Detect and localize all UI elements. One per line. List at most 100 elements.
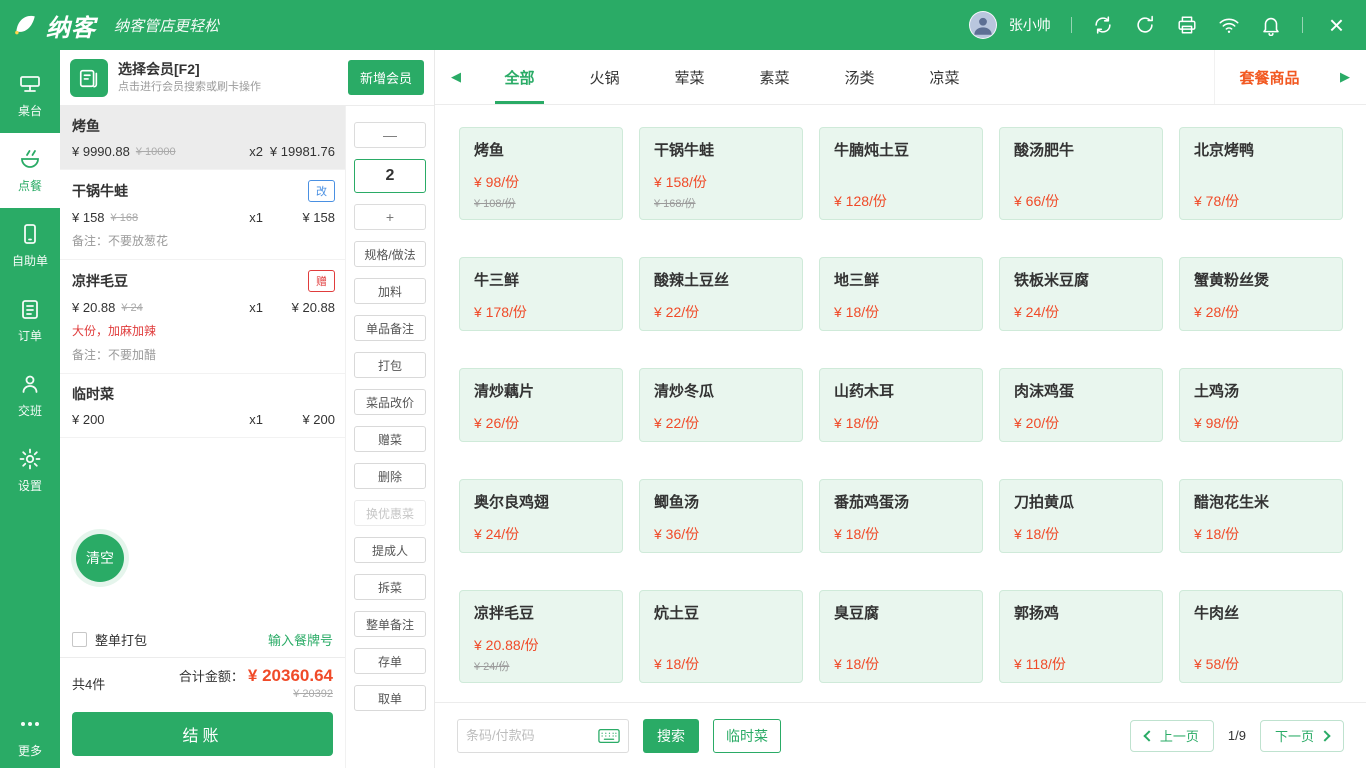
sync-icon[interactable] [1092,14,1114,36]
menu-item-card[interactable]: 刀拍黄瓜¥ 18/份 [999,479,1163,553]
sidebar-item-shift[interactable]: 交班 [0,358,60,433]
username[interactable]: 张小帅 [1009,15,1051,35]
action-item-note-button[interactable]: 单品备注 [354,315,426,341]
clear-order-button[interactable]: 清空 [76,534,124,582]
menu-item-card[interactable]: 山药木耳¥ 18/份 [819,368,983,442]
temp-dish-button[interactable]: 临时菜 [713,719,781,753]
menu-item-card[interactable]: 奥尔良鸡翅¥ 24/份 [459,479,623,553]
next-page-button[interactable]: 下一页 [1260,720,1344,752]
action-delete-button[interactable]: 删除 [354,463,426,489]
order-item-total: ¥ 158 [263,210,335,225]
tab-hot-pot[interactable]: 火锅 [562,50,647,104]
tab-meat-dishes[interactable]: 荤菜 [647,50,732,104]
menu-grid: 烤鱼¥ 98/份¥ 108/份 干锅牛蛙¥ 158/份¥ 168/份 牛腩炖土豆… [435,105,1366,702]
action-order-note-button[interactable]: 整单备注 [354,611,426,637]
sidebar-item-label: 自助单 [12,252,48,269]
menu-item-card[interactable]: 牛三鲜¥ 178/份 [459,257,623,331]
menu-item-name: 蟹黄粉丝煲 [1194,269,1328,290]
tab-soups[interactable]: 汤类 [817,50,902,104]
menu-item-card[interactable]: 土鸡汤¥ 98/份 [1179,368,1343,442]
menu-item-card[interactable]: 地三鲜¥ 18/份 [819,257,983,331]
checkout-button[interactable]: 结账 [72,712,333,756]
search-button[interactable]: 搜索 [643,719,699,753]
sidebar-item-label: 点餐 [18,177,42,194]
refresh-icon[interactable] [1134,14,1156,36]
menu-item-card[interactable]: 炕土豆¥ 18/份 [639,590,803,683]
notification-bell-icon[interactable] [1260,14,1282,36]
action-change-price-button[interactable]: 菜品改价 [354,389,426,415]
sidebar-item-settings[interactable]: 设置 [0,433,60,508]
tabs-spacer [987,50,1214,104]
action-retrieve-order-button[interactable]: 取单 [354,685,426,711]
wifi-icon[interactable] [1218,14,1240,36]
menu-item-card[interactable]: 酸汤肥牛¥ 66/份 [999,127,1163,220]
menu-item-card[interactable]: 酸辣土豆丝¥ 22/份 [639,257,803,331]
menu-item-name: 山药木耳 [834,380,968,401]
barcode-input[interactable] [466,728,598,743]
order-item-qty: x1 [249,210,263,225]
action-split-dish-button[interactable]: 拆菜 [354,574,426,600]
tab-all[interactable]: 全部 [477,50,562,104]
close-icon[interactable]: × [1323,12,1350,38]
sidebar-item-tables[interactable]: 桌台 [0,58,60,133]
action-gift-button[interactable]: 赠菜 [354,426,426,452]
menu-item-card[interactable]: 铁板米豆腐¥ 24/份 [999,257,1163,331]
action-spec-button[interactable]: 规格/做法 [354,241,426,267]
pack-checkbox[interactable] [72,632,87,647]
qty-minus-button[interactable]: — [354,122,426,148]
sidebar-item-orders[interactable]: 订单 [0,283,60,358]
order-item[interactable]: 烤鱼 ¥ 9990.88 ¥ 10000 x2 ¥ 19981.76 [60,106,345,170]
brand-slogan: 纳客管店更轻松 [114,15,219,36]
menu-item-name: 凉拌毛豆 [474,602,608,623]
menu-item-card[interactable]: 鲫鱼汤¥ 36/份 [639,479,803,553]
keyboard-icon[interactable] [598,728,620,744]
order-item[interactable]: 临时菜 ¥ 200 x1 ¥ 200 [60,374,345,438]
menu-item-card[interactable]: 臭豆腐¥ 18/份 [819,590,983,683]
menu-item-card[interactable]: 干锅牛蛙¥ 158/份¥ 168/份 [639,127,803,220]
menu-item-price: ¥ 36/份 [654,512,788,544]
action-swap-discount-button: 换优惠菜 [354,500,426,526]
logo-text: 纳客 [46,8,96,43]
printer-icon[interactable] [1176,14,1198,36]
menu-area: ◀ 全部 火锅 荤菜 素菜 汤类 凉菜 套餐商品 ▶ 烤鱼¥ 98/份¥ 108… [435,50,1366,768]
plate-number-link[interactable]: 输入餐牌号 [268,630,333,649]
menu-item-card[interactable]: 肉沫鸡蛋¥ 20/份 [999,368,1163,442]
tab-combo-products[interactable]: 套餐商品 [1214,50,1324,104]
action-save-order-button[interactable]: 存单 [354,648,426,674]
edit-item-button[interactable]: 改 [308,180,335,202]
tabs-scroll-left-icon[interactable]: ◀ [435,50,477,104]
menu-item-name: 烤鱼 [474,139,608,160]
sidebar-item-self-service[interactable]: 自助单 [0,208,60,283]
sidebar-item-more[interactable]: 更多 [0,702,60,768]
tab-cold-dishes[interactable]: 凉菜 [902,50,987,104]
menu-item-card[interactable]: 清炒冬瓜¥ 22/份 [639,368,803,442]
menu-item-price: ¥ 18/份 [834,512,968,544]
tabs-scroll-right-icon[interactable]: ▶ [1324,50,1366,104]
menu-item-card[interactable]: 番茄鸡蛋汤¥ 18/份 [819,479,983,553]
total-amount: ¥ 20360.64 [248,666,333,686]
prev-page-button[interactable]: 上一页 [1130,720,1214,752]
menu-item-card[interactable]: 牛肉丝¥ 58/份 [1179,590,1343,683]
menu-item-card[interactable]: 凉拌毛豆¥ 20.88/份¥ 24/份 [459,590,623,683]
menu-item-card[interactable]: 北京烤鸭¥ 78/份 [1179,127,1343,220]
sidebar-item-ordering[interactable]: 点餐 [0,133,60,208]
user-avatar[interactable] [969,11,997,39]
menu-item-card[interactable]: 醋泡花生米¥ 18/份 [1179,479,1343,553]
action-commission-button[interactable]: 提成人 [354,537,426,563]
menu-item-card[interactable]: 清炒藕片¥ 26/份 [459,368,623,442]
bottom-bar: 搜索 临时菜 上一页 1/9 下一页 [435,702,1366,768]
action-pack-button[interactable]: 打包 [354,352,426,378]
qty-plus-button[interactable]: + [354,204,426,230]
menu-item-card[interactable]: 郭扬鸡¥ 118/份 [999,590,1163,683]
order-item-old-price: ¥ 10000 [136,146,176,158]
order-item[interactable]: 干锅牛蛙 改 ¥ 158 ¥ 168 x1 ¥ 158 备注：不要放葱花 [60,170,345,260]
order-item[interactable]: 凉拌毛豆 赠 ¥ 20.88 ¥ 24 x1 ¥ 20.88 大份，加麻加辣 备… [60,260,345,374]
member-bar[interactable]: 选择会员[F2] 点击进行会员搜索或刷卡操作 新增会员 [60,50,434,106]
menu-item-name: 清炒藕片 [474,380,608,401]
action-addon-button[interactable]: 加料 [354,278,426,304]
menu-item-card[interactable]: 蟹黄粉丝煲¥ 28/份 [1179,257,1343,331]
add-member-button[interactable]: 新增会员 [348,60,424,95]
tab-veg-dishes[interactable]: 素菜 [732,50,817,104]
menu-item-card[interactable]: 烤鱼¥ 98/份¥ 108/份 [459,127,623,220]
menu-item-card[interactable]: 牛腩炖土豆¥ 128/份 [819,127,983,220]
